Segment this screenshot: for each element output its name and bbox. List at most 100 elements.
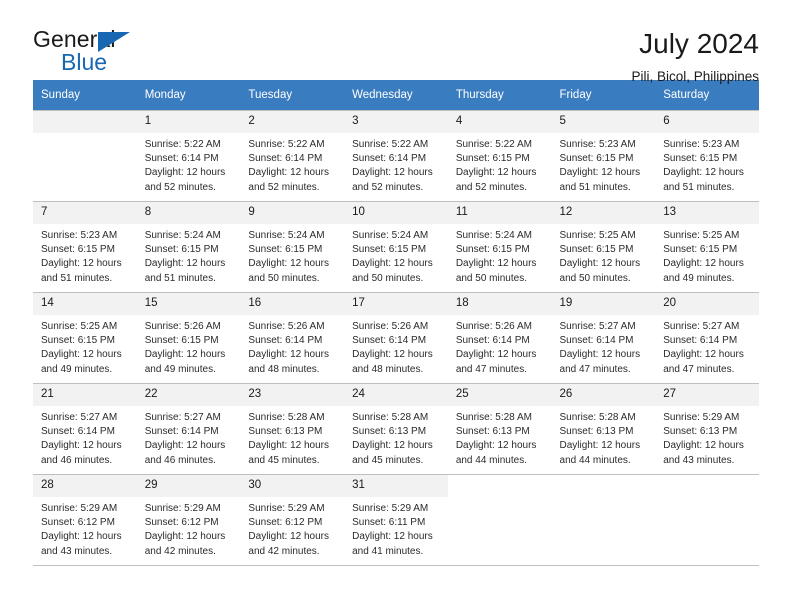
day-daylight-text: and 52 minutes. [248,181,320,193]
day-daylight-text: and 48 minutes. [352,363,424,375]
calendar-day-cell[interactable]: 8 Sunrise: 5:24 AM Sunset: 6:15 PM Daylight… [136,201,241,293]
calendar-day-cell[interactable]: 15 Sunrise: 5:26 AM Sunset: 6:15 PM Dayligh… [136,292,241,384]
weekday-header-sunday: Sunday [33,80,137,111]
day-daylight-text: Daylight: 12 hours [663,258,744,270]
calendar-day-cell[interactable]: 28 Sunrise: 5:29 AM Sunset: 6:12 PM Dayligh… [33,474,137,566]
day-number: 3 [344,111,448,133]
day-daylight-text: and 47 minutes. [663,363,735,375]
calendar-day-cell[interactable]: 23 Sunrise: 5:28 AM Sunset: 6:13 PM Dayligh… [240,383,345,475]
calendar-day-cell[interactable]: 25 Sunrise: 5:28 AM Sunset: 6:13 PM Dayligh… [447,383,552,475]
day-sun-info: Sunrise: 5:22 AM Sunset: 6:14 PM Daylight:… [344,133,448,195]
weekday-header-friday: Friday [551,80,656,111]
calendar-day-cell[interactable]: 11 Sunrise: 5:24 AM Sunset: 6:15 PM Dayligh… [447,201,552,293]
day-sunrise-text: Sunrise: 5:22 AM [248,139,325,150]
day-sunrise-text: Sunrise: 5:25 AM [559,230,636,241]
day-sunrise-text: Sunrise: 5:29 AM [663,412,740,423]
calendar-day-cell[interactable]: 4 Sunrise: 5:22 AM Sunset: 6:15 PM Daylight… [447,110,552,202]
weekday-header-tuesday: Tuesday [240,80,345,111]
day-daylight-text: Daylight: 12 hours [455,349,537,361]
calendar-day-cell[interactable]: 6 Sunrise: 5:23 AM Sunset: 6:15 PM Daylight… [655,110,759,202]
calendar-day-cell[interactable]: 29 Sunrise: 5:29 AM Sunset: 6:12 PM Dayligh… [136,474,241,566]
day-sun-info: Sunrise: 5:26 AM Sunset: 6:14 PM Daylight:… [448,315,552,377]
calendar-day-cell[interactable]: 14 Sunrise: 5:25 AM Sunset: 6:15 PM Dayligh… [33,292,137,384]
calendar-day-cell[interactable]: 5 Sunrise: 5:23 AM Sunset: 6:15 PM Daylight… [551,110,656,202]
day-daylight-text: Daylight: 12 hours [663,349,744,361]
day-number: 30 [240,475,345,497]
day-daylight-text: and 50 minutes. [352,272,424,284]
calendar-body: 1 Sunrise: 5:22 AM Sunset: 6:14 PM Daylight… [33,110,759,566]
day-daylight-text: Daylight: 12 hours [144,167,226,179]
calendar-day-cell[interactable]: 9 Sunrise: 5:24 AM Sunset: 6:15 PM Daylight… [240,201,345,293]
day-sunrise-text: Sunrise: 5:25 AM [663,230,740,241]
day-sunrise-text: Sunrise: 5:26 AM [144,321,221,332]
day-sunset-text: Sunset: 6:15 PM [455,153,530,165]
day-sunset-text: Sunset: 6:11 PM [352,517,426,529]
calendar-day-cell[interactable]: 21 Sunrise: 5:27 AM Sunset: 6:14 PM Dayligh… [33,383,137,475]
logo-text-blue: Blue [61,49,108,75]
day-number: 8 [136,202,241,224]
day-number: 12 [551,202,656,224]
day-daylight-text: Daylight: 12 hours [352,440,433,452]
day-sunrise-text: Sunrise: 5:29 AM [41,503,118,514]
day-daylight-text: and 50 minutes. [455,272,527,284]
day-sun-info: Sunrise: 5:27 AM Sunset: 6:14 PM Daylight:… [33,406,137,468]
day-sunset-text: Sunset: 6:12 PM [41,517,115,529]
calendar-day-cell[interactable]: 26 Sunrise: 5:28 AM Sunset: 6:13 PM Dayligh… [551,383,656,475]
day-sunrise-text: Sunrise: 5:27 AM [41,412,118,423]
day-daylight-text: and 46 minutes. [41,454,113,466]
day-sunset-text: Sunset: 6:13 PM [559,426,634,438]
calendar-day-cell[interactable]: 27 Sunrise: 5:29 AM Sunset: 6:13 PM Dayligh… [655,383,759,475]
day-sunrise-text: Sunrise: 5:29 AM [144,503,221,514]
calendar-cell-empty[interactable] [33,110,137,202]
day-sunset-text: Sunset: 6:13 PM [248,426,323,438]
day-sun-info: Sunrise: 5:24 AM Sunset: 6:15 PM Daylight:… [344,224,448,286]
calendar-day-cell[interactable]: 1 Sunrise: 5:22 AM Sunset: 6:14 PM Daylight… [136,110,241,202]
calendar-cell-blank [655,474,759,566]
day-sunset-text: Sunset: 6:15 PM [455,244,530,256]
calendar-day-cell[interactable]: 30 Sunrise: 5:29 AM Sunset: 6:12 PM Dayligh… [240,474,345,566]
calendar-day-cell[interactable]: 7 Sunrise: 5:23 AM Sunset: 6:15 PM Daylight… [33,201,137,293]
calendar-day-cell[interactable]: 13 Sunrise: 5:25 AM Sunset: 6:15 PM Dayligh… [655,201,759,293]
day-number: 20 [655,293,759,315]
day-number: 22 [136,384,241,406]
calendar-day-cell[interactable]: 19 Sunrise: 5:27 AM Sunset: 6:14 PM Dayligh… [551,292,656,384]
calendar-day-cell[interactable]: 18 Sunrise: 5:26 AM Sunset: 6:14 PM Dayligh… [447,292,552,384]
weekday-header-row: Sunday Monday Tuesday Wednesday Thursday… [33,80,759,111]
day-sunset-text: Sunset: 6:12 PM [144,517,219,529]
calendar-day-cell[interactable]: 2 Sunrise: 5:22 AM Sunset: 6:14 PM Daylight… [240,110,345,202]
day-sunset-text: Sunset: 6:14 PM [144,426,219,438]
day-daylight-text: Daylight: 12 hours [41,440,122,452]
calendar-day-cell[interactable]: 16 Sunrise: 5:26 AM Sunset: 6:14 PM Dayligh… [240,292,345,384]
calendar-day-cell[interactable]: 17 Sunrise: 5:26 AM Sunset: 6:14 PM Dayligh… [344,292,448,384]
calendar-week-row: 14 Sunrise: 5:25 AM Sunset: 6:15 PM Dayligh… [33,292,759,384]
calendar-day-cell[interactable]: 31 Sunrise: 5:29 AM Sunset: 6:11 PM Dayligh… [344,474,448,566]
calendar-day-cell[interactable]: 22 Sunrise: 5:27 AM Sunset: 6:14 PM Dayligh… [136,383,241,475]
day-sunrise-text: Sunrise: 5:24 AM [144,230,221,241]
day-daylight-text: Daylight: 12 hours [455,258,537,270]
day-daylight-text: Daylight: 12 hours [352,531,433,543]
calendar-day-cell[interactable]: 20 Sunrise: 5:27 AM Sunset: 6:14 PM Dayligh… [655,292,759,384]
day-daylight-text: Daylight: 12 hours [352,258,433,270]
day-sunrise-text: Sunrise: 5:22 AM [352,139,429,150]
day-daylight-text: Daylight: 12 hours [248,167,330,179]
day-sunset-text: Sunset: 6:14 PM [663,335,738,347]
calendar-day-cell[interactable]: 3 Sunrise: 5:22 AM Sunset: 6:14 PM Daylight… [344,110,448,202]
day-sun-info: Sunrise: 5:24 AM Sunset: 6:15 PM Daylight:… [448,224,552,286]
calendar-day-cell[interactable]: 24 Sunrise: 5:28 AM Sunset: 6:13 PM Dayligh… [344,383,448,475]
day-number: 6 [655,111,759,133]
weekday-header-monday: Monday [136,80,241,111]
day-sun-info: Sunrise: 5:23 AM Sunset: 6:15 PM Daylight:… [655,133,759,195]
day-sun-info: Sunrise: 5:25 AM Sunset: 6:15 PM Daylight:… [655,224,759,286]
day-daylight-text: and 42 minutes. [144,545,216,557]
calendar-day-cell[interactable]: 10 Sunrise: 5:24 AM Sunset: 6:15 PM Dayligh… [344,201,448,293]
day-daylight-text: and 51 minutes. [41,272,113,284]
calendar-day-cell[interactable]: 12 Sunrise: 5:25 AM Sunset: 6:15 PM Dayligh… [551,201,656,293]
day-number: 14 [33,293,137,315]
day-daylight-text: and 52 minutes. [352,181,424,193]
day-daylight-text: Daylight: 12 hours [559,167,641,179]
day-sunrise-text: Sunrise: 5:24 AM [248,230,325,241]
day-sun-info: Sunrise: 5:22 AM Sunset: 6:14 PM Daylight:… [137,133,241,195]
day-daylight-text: Daylight: 12 hours [248,258,330,270]
calendar-week-row: 1 Sunrise: 5:22 AM Sunset: 6:14 PM Daylight… [33,110,759,202]
day-sunset-text: Sunset: 6:14 PM [455,335,530,347]
